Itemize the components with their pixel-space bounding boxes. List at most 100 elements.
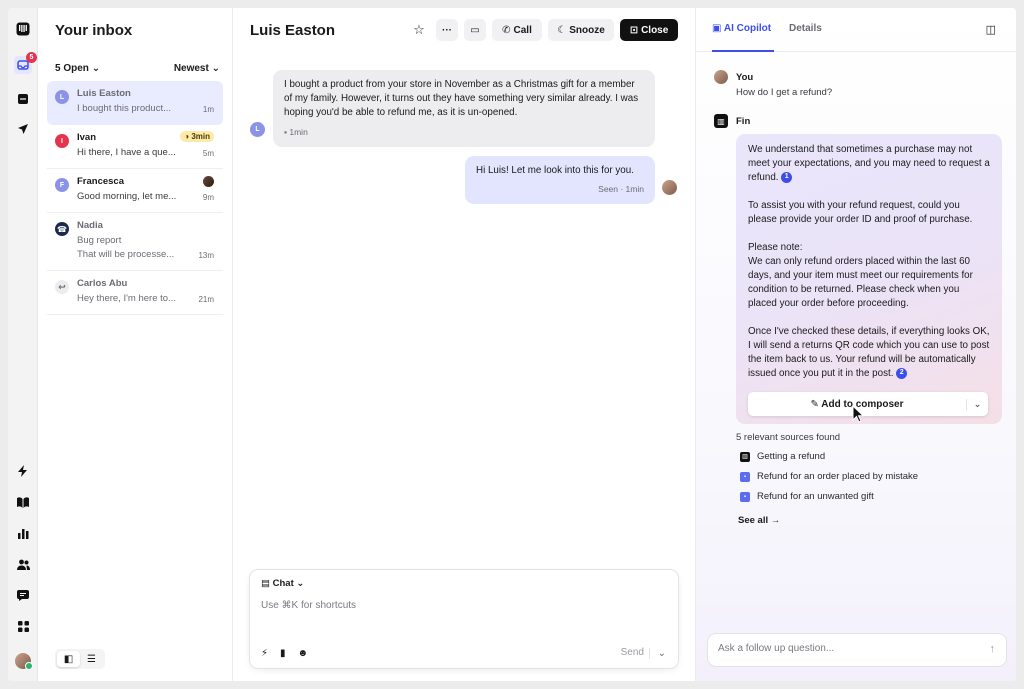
user-avatar[interactable] bbox=[15, 653, 33, 670]
message-meta: ▪ 1min bbox=[284, 125, 644, 139]
message-text: Hi Luis! Let me look into this for you. bbox=[476, 165, 634, 176]
source-link[interactable]: ▥ Getting a refund bbox=[740, 451, 825, 462]
app-window: 5 Your inbox 5 Open ⌄ Newest ⌄ L Luis Ea… bbox=[8, 8, 1016, 681]
inbox-title: Your inbox bbox=[55, 22, 133, 39]
sort-dropdown[interactable]: Newest ⌄ bbox=[174, 63, 220, 74]
avatar: F bbox=[55, 178, 69, 192]
citation-badge[interactable]: 1 bbox=[781, 171, 793, 183]
conversation-time: 5m bbox=[202, 149, 214, 158]
message-time: 1min bbox=[289, 127, 308, 137]
citation-badge[interactable]: 2 bbox=[896, 367, 908, 379]
fin-answer: We understand that sometimes a purchase … bbox=[736, 134, 1002, 424]
arrow-up-icon[interactable]: ↑ bbox=[990, 643, 996, 655]
conversation-preview: Good morning, let me... bbox=[77, 191, 177, 202]
inbox-panel: Your inbox 5 Open ⌄ Newest ⌄ L Luis East… bbox=[38, 8, 233, 681]
ticket-icon[interactable] bbox=[14, 90, 32, 108]
conversation-preview: Hi there, I have a que... bbox=[77, 147, 176, 158]
conversation-time: 1m bbox=[202, 105, 214, 114]
avatar: I bbox=[55, 134, 69, 148]
avatar bbox=[714, 70, 728, 84]
copilot-panel: ▣ AI Copilot Details ◫ You How do I get … bbox=[695, 8, 1016, 681]
conversation-name: Nadia bbox=[77, 220, 103, 231]
chart-icon[interactable] bbox=[14, 524, 32, 542]
conversation-source-icon: ▪ bbox=[740, 471, 750, 482]
conversation-item-luis[interactable]: L Luis Easton I bought this product... 1… bbox=[47, 81, 223, 125]
app-logo-icon[interactable] bbox=[14, 20, 32, 38]
bolt-icon[interactable] bbox=[14, 462, 32, 480]
add-to-composer-button[interactable]: ✎ Add to composer ⌄ bbox=[748, 392, 988, 416]
star-icon[interactable]: ☆ bbox=[409, 19, 429, 41]
message-meta: Seen · 1min bbox=[598, 184, 644, 194]
tab-details[interactable]: Details bbox=[789, 23, 822, 34]
answer-paragraph: Once I've checked these details, if ever… bbox=[748, 326, 990, 379]
message-icon[interactable] bbox=[14, 586, 32, 604]
followup-box: ↑ bbox=[707, 633, 1007, 667]
book-icon[interactable] bbox=[14, 493, 32, 511]
active-tab-indicator bbox=[712, 50, 774, 52]
composer-mode-dropdown[interactable]: ▤ Chat ⌄ bbox=[261, 578, 304, 589]
close-button[interactable]: ⊡ Close bbox=[620, 19, 678, 41]
conversation-time: 13m bbox=[198, 251, 214, 260]
send-options-chevron-icon[interactable]: ⌄ bbox=[648, 648, 666, 659]
copilot-tabs: ▣ AI Copilot Details ◫ bbox=[696, 8, 1016, 52]
snooze-button[interactable]: ☾ Snooze bbox=[548, 19, 614, 41]
message-text: I bought a product from your store in No… bbox=[284, 79, 639, 118]
people-icon[interactable] bbox=[14, 555, 32, 573]
reply-composer[interactable]: ▤ Chat ⌄ Use ⌘K for shortcuts ⚡ ▮ ☻ Send… bbox=[249, 569, 679, 669]
ticket-icon: ▭ bbox=[470, 24, 480, 36]
bookmark-icon[interactable]: ▮ bbox=[280, 648, 286, 659]
conversation-item-francesca[interactable]: F Francesca Good morning, let me... 9m bbox=[47, 169, 223, 213]
ticket-button[interactable]: ▭ bbox=[464, 19, 486, 41]
source-link[interactable]: ▪ Refund for an order placed by mistake bbox=[740, 471, 918, 482]
conversation-name: Luis Easton bbox=[77, 88, 131, 99]
panel-toggle-icon[interactable]: ◫ bbox=[986, 23, 996, 36]
conversation-item-ivan[interactable]: I Ivan ◑ 3min Hi there, I have a que... … bbox=[47, 125, 223, 169]
emoji-icon[interactable]: ☻ bbox=[298, 648, 309, 659]
snooze-label: Snooze bbox=[569, 24, 605, 36]
composer-toolbar: ⚡ ▮ ☻ bbox=[261, 648, 308, 659]
inbox-badge: 5 bbox=[26, 52, 37, 63]
user-question: How do I get a refund? bbox=[736, 87, 833, 98]
fin-logo-icon: ▥ bbox=[714, 114, 728, 128]
copilot-icon: ▣ bbox=[712, 23, 724, 34]
chevron-down-icon: ⌄ bbox=[293, 578, 305, 589]
timer-label: 3min bbox=[191, 132, 210, 141]
apps-icon[interactable] bbox=[14, 617, 32, 635]
mouse-cursor-icon bbox=[852, 404, 865, 427]
chevron-down-icon[interactable]: ⌄ bbox=[966, 398, 988, 410]
conversation-name: Carlos Abu bbox=[77, 278, 128, 289]
close-label: Close bbox=[641, 24, 669, 36]
sources-count: 5 relevant sources found bbox=[736, 432, 841, 443]
sort-label: Newest bbox=[173, 63, 209, 74]
source-label: Getting a refund bbox=[757, 451, 826, 462]
call-button[interactable]: ✆ Call bbox=[492, 19, 542, 41]
split-view-icon[interactable]: ◧ bbox=[57, 651, 80, 667]
moon-icon: ☾ bbox=[557, 24, 567, 36]
conversation-name: Ivan bbox=[77, 132, 97, 143]
agent-avatar bbox=[662, 180, 677, 195]
close-conversation-icon: ⊡ bbox=[629, 24, 639, 36]
avatar: L bbox=[250, 122, 265, 137]
conversation-time: 9m bbox=[202, 193, 214, 202]
composer-placeholder[interactable]: Use ⌘K for shortcuts bbox=[261, 600, 356, 611]
phone-icon: ☎ bbox=[55, 222, 69, 236]
conversation-preview: Hey there, I'm here to... bbox=[77, 293, 176, 304]
send-icon[interactable] bbox=[14, 120, 32, 138]
list-view-icon[interactable]: ☰ bbox=[80, 651, 103, 667]
followup-input[interactable] bbox=[718, 643, 968, 654]
send-button[interactable]: Send bbox=[621, 647, 644, 658]
source-link[interactable]: ▪ Refund for an unwanted gift bbox=[740, 491, 874, 502]
conversation-time: 21m bbox=[198, 295, 214, 304]
conversation-item-carlos[interactable]: ↩ Carlos Abu Hey there, I'm here to... 2… bbox=[47, 271, 223, 315]
more-options-button[interactable]: ··· bbox=[436, 19, 458, 41]
conversation-preview: That will be processe... bbox=[77, 249, 175, 260]
sla-timer-badge: ◑ 3min bbox=[180, 131, 214, 142]
conversation-subject: Bug report bbox=[77, 235, 122, 246]
inbox-icon[interactable]: 5 bbox=[14, 52, 37, 74]
bolt-icon[interactable]: ⚡ bbox=[261, 648, 268, 659]
chat-icon: ▤ bbox=[261, 578, 273, 589]
conversation-item-nadia[interactable]: ☎ Nadia Bug report That will be processe… bbox=[47, 213, 223, 271]
open-filter-dropdown[interactable]: 5 Open ⌄ bbox=[55, 63, 100, 74]
tab-ai-copilot[interactable]: ▣ AI Copilot bbox=[712, 23, 771, 34]
see-all-link[interactable]: See all → bbox=[738, 515, 780, 526]
